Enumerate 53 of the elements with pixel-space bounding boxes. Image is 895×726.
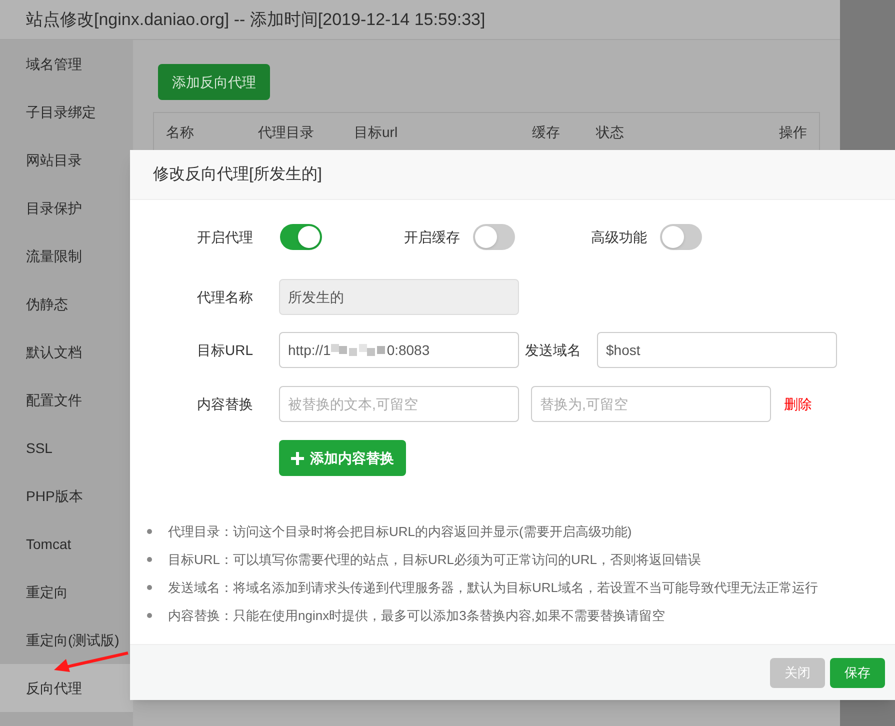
save-button[interactable]: 保存 xyxy=(830,658,885,688)
field-label: 发送域名 xyxy=(524,340,582,360)
sidebar-item[interactable]: 重定向 xyxy=(0,568,133,616)
plus-icon xyxy=(291,452,304,464)
bullet-icon xyxy=(147,529,152,534)
add-replace-button[interactable]: 添加内容替换 xyxy=(279,440,406,476)
sidebar-item[interactable]: SSL xyxy=(0,424,133,472)
field-label: 代理名称 xyxy=(197,288,254,306)
note-text: 发送域名：将域名添加到请求头传递到代理服务器，默认为目标URL域名，若设置不当可能导致代理无法正常运行 xyxy=(168,578,818,597)
url-text: 0:8083 xyxy=(386,340,430,360)
url-field[interactable]: http://1 0:8083 xyxy=(279,332,519,368)
dialog-title: 修改反向代理[所发生的] xyxy=(153,164,322,184)
field-label: 内容替换 xyxy=(197,394,254,414)
sidebar-item[interactable]: 子目录绑定 xyxy=(0,88,133,136)
pixelated-blur xyxy=(330,342,387,358)
sidebar-item[interactable]: 流量限制 xyxy=(0,232,133,280)
sidebar-item[interactable]: 目录保护 xyxy=(0,184,133,232)
replace-from-field[interactable]: 被替换的文本,可留空 xyxy=(279,386,519,422)
column-header: 操作 xyxy=(779,122,807,142)
bullet-icon xyxy=(147,613,152,618)
toggle-switch[interactable] xyxy=(280,224,322,250)
sidebar-item[interactable]: 网站目录 xyxy=(0,136,133,184)
sidebar-item[interactable]: Tomcat xyxy=(0,520,133,568)
toggle-label: 高级功能 xyxy=(590,228,648,246)
note-text: 目标URL：可以填写你需要代理的站点，目标URL必须为可正常访问的URL，否则将返回错误 xyxy=(168,550,702,569)
field-label: 目标URL xyxy=(197,340,254,360)
sidebar-item[interactable]: 默认文档 xyxy=(0,328,133,376)
sidebar-item[interactable]: 配置文件 xyxy=(0,376,133,424)
window-title: 站点修改[nginx.daniao.org] -- 添加时间[2019-12-14 15:59:33] xyxy=(26,8,486,31)
delete-link[interactable]: 删除 xyxy=(784,394,812,414)
toggle-label: 开启缓存 xyxy=(403,228,461,246)
host-field[interactable]: $host xyxy=(597,332,837,368)
sidebar-item[interactable]: 域名管理 xyxy=(0,40,133,88)
replace-to-field[interactable]: 替换为,可留空 xyxy=(531,386,771,422)
sidebar-item[interactable]: PHP版本 xyxy=(0,472,133,520)
sidebar-item[interactable]: 伪静态 xyxy=(0,280,133,328)
column-header: 目标url xyxy=(354,122,399,142)
toggle-label: 开启代理 xyxy=(197,228,254,246)
bullet-icon xyxy=(147,557,152,562)
add-proxy-button[interactable]: 添加反向代理 xyxy=(158,64,270,100)
sidebar-item[interactable]: 重定向(测试版) xyxy=(0,616,133,664)
sidebar-item[interactable]: 反向代理 xyxy=(0,664,133,712)
name-field[interactable]: 所发生的 xyxy=(279,279,519,315)
note-text: 代理目录：访问这个目录时将会把目标URL的内容返回并显示(需要开启高级功能) xyxy=(168,522,632,541)
bullet-icon xyxy=(147,585,152,590)
column-header: 缓存 xyxy=(532,122,561,142)
toggle-switch[interactable] xyxy=(660,224,702,250)
toggle-switch[interactable] xyxy=(473,224,515,250)
note-text: 内容替换：只能在使用nginx时提供，最多可以添加3条替换内容,如果不需要替换请留空 xyxy=(168,606,665,625)
url-text: http://1 xyxy=(288,340,331,360)
column-header: 名称 xyxy=(166,122,195,142)
column-header: 代理目录 xyxy=(258,122,315,142)
column-header: 状态 xyxy=(596,122,625,142)
